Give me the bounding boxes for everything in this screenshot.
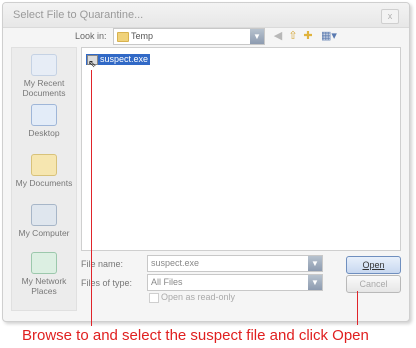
place-label: My Network Places (21, 276, 67, 296)
look-in-label: Look in: (75, 31, 107, 41)
my-documents-icon (31, 154, 57, 176)
desktop-icon (31, 104, 57, 126)
cancel-button[interactable]: Cancel (346, 275, 401, 293)
folder-icon (117, 32, 129, 42)
look-in-dropdown[interactable]: Temp ▼ (113, 28, 265, 45)
place-label: My Computer (18, 228, 70, 238)
look-in-value: Temp (131, 31, 154, 41)
annotation-line-open (357, 291, 358, 325)
file-name-label: File name: (81, 259, 124, 269)
window-title: Select File to Quarantine... (13, 9, 144, 21)
new-folder-icon[interactable]: ✚ (301, 29, 315, 43)
my-computer-icon (31, 204, 57, 226)
place-label: Desktop (28, 128, 60, 138)
close-button[interactable]: x (381, 9, 399, 24)
mouse-pointer-icon: ⇖ (88, 59, 97, 70)
read-only-label: Open as read-only (161, 292, 236, 302)
chevron-down-icon[interactable]: ▼ (250, 29, 264, 44)
views-menu-icon[interactable]: ▦▾ (319, 29, 339, 43)
chevron-down-icon[interactable]: ▼ (308, 256, 322, 271)
file-list[interactable]: suspect.exe (81, 47, 401, 251)
read-only-checkbox[interactable] (149, 293, 159, 303)
file-type-dropdown[interactable]: All Files ▼ (147, 274, 323, 291)
network-places-icon (31, 252, 57, 274)
file-name: suspect.exe (100, 54, 149, 64)
file-type-label: Files of type: (81, 278, 133, 288)
file-type-value: All Files (151, 277, 183, 287)
recent-documents-icon (31, 54, 57, 76)
places-bar: My Recent Documents Desktop My Documents… (11, 47, 77, 311)
open-button[interactable]: Open (346, 256, 401, 274)
file-name-field[interactable]: suspect.exe ▼ (147, 255, 323, 272)
annotation-line-file (91, 70, 92, 326)
place-label: My Recent Documents (22, 78, 66, 98)
back-icon[interactable]: ◀ (271, 29, 285, 43)
title-bar: Select File to Quarantine... x (3, 3, 409, 28)
file-dialog: Select File to Quarantine... x Look in: … (2, 2, 410, 322)
place-my-recent-documents[interactable]: My Recent Documents (12, 54, 76, 98)
file-name-value: suspect.exe (151, 258, 200, 268)
up-folder-icon[interactable]: ⇧ (286, 29, 300, 43)
place-my-network-places[interactable]: My Network Places (12, 252, 76, 296)
place-my-documents[interactable]: My Documents (12, 154, 76, 188)
place-desktop[interactable]: Desktop (12, 104, 76, 138)
instruction-caption: Browse to and select the suspect file an… (22, 327, 369, 344)
chevron-down-icon[interactable]: ▼ (308, 275, 322, 290)
place-my-computer[interactable]: My Computer (12, 204, 76, 238)
place-label: My Documents (15, 178, 73, 188)
